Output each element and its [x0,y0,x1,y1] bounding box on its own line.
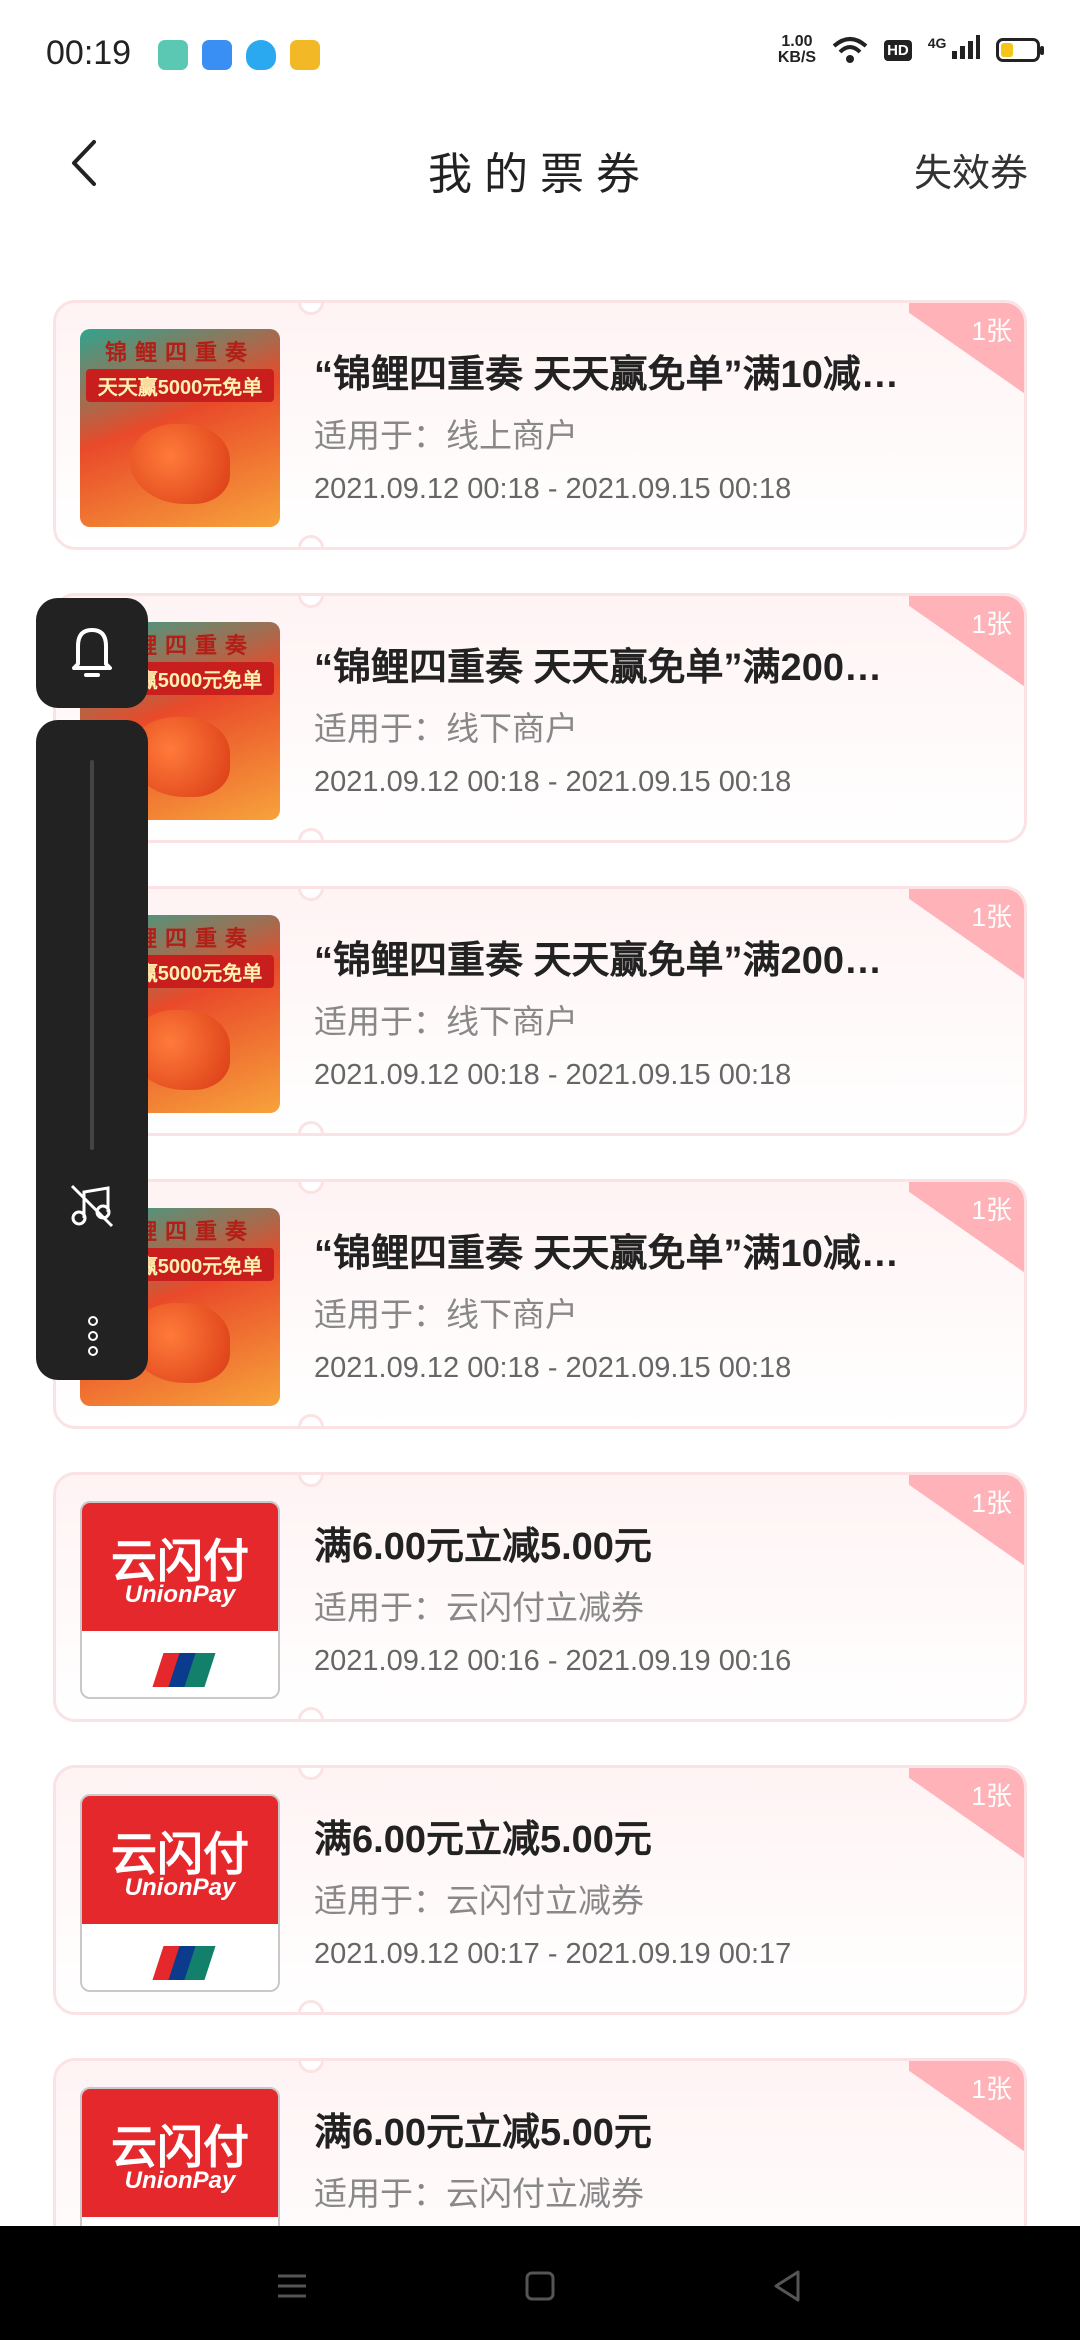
koi-fish-icon [130,424,230,504]
koi-promo-image: 锦鲤四重奏 天天赢5000元免单 [80,329,280,527]
coupon-scope: 适用于：云闪付立减券 [314,1589,644,1626]
card-notch [298,303,324,315]
back-nav-icon[interactable] [768,2266,808,2306]
unionpay-brand-en: UnionPay [124,1874,236,1901]
floating-notification-button[interactable] [36,598,148,708]
battery-icon [996,38,1044,62]
coupon-card[interactable]: 锦鲤四重奏 天天赢5000元免单 “锦鲤四重奏 天天赢免单”满10减… 适用于：… [53,1179,1027,1429]
card-notch [298,1414,324,1426]
coupon-validity: 2021.09.12 00:18 - 2021.09.15 00:18 [314,766,792,798]
status-bar: 00:19 1.00 KB/S HD 4G [0,0,1080,110]
card-notch [298,1121,324,1133]
card-notch [298,2000,324,2012]
network-type: 4G [927,35,947,51]
music-off-icon[interactable] [68,1182,116,1230]
count-badge: 1张 [909,1475,1024,1575]
coupon-title: 满6.00元立减5.00元 [314,1819,652,1861]
coupon-scope: 适用于：线下商户 [314,1003,578,1040]
count-badge: 1张 [909,596,1024,696]
coupon-card[interactable]: 云闪付 UnionPay 满6.00元立减5.00元 适用于：云闪付立减券 20… [53,1765,1027,2015]
count-badge: 1张 [909,1182,1024,1282]
qq-icon [246,40,276,70]
count-badge: 1张 [909,2061,1024,2161]
network-speed-unit: KB/S [777,49,817,66]
coupon-title: 满6.00元立减5.00元 [314,2112,652,2154]
menu-icon[interactable] [272,2266,312,2306]
card-notch [298,828,324,840]
count-badge-label: 1张 [971,1195,1012,1225]
coupon-scope: 适用于：云闪付立减券 [314,2175,644,2212]
card-notch [298,1182,324,1194]
card-notch [298,889,324,901]
system-navigation-bar [0,2226,1080,2340]
card-notch [298,535,324,547]
unionpay-image: 云闪付 UnionPay [80,1794,280,1992]
count-badge-label: 1张 [971,902,1012,932]
card-notch [298,1707,324,1719]
notification-icons [158,40,320,70]
coupon-card[interactable]: 锦鲤四重奏 天天赢5000元免单 “锦鲤四重奏 天天赢免单”满200… 适用于：… [53,593,1027,843]
page-header: 我的票券 失效券 [0,110,1080,220]
network-speed-value: 1.00 [781,33,813,50]
promo-image-line1: 锦鲤四重奏 [104,340,255,365]
coupon-validity: 2021.09.12 00:18 - 2021.09.15 00:18 [314,1352,792,1384]
more-options-icon[interactable] [86,1316,100,1356]
unionpay-logo-icon [152,1653,216,1687]
network-speed: 1.00 KB/S [778,34,816,66]
home-icon[interactable] [520,2266,560,2306]
coupon-card[interactable]: 云闪付 UnionPay 满6.00元立减5.00元 适用于：云闪付立减券 20… [53,1472,1027,1722]
card-notch [298,2061,324,2073]
coupon-scope: 适用于：线上商户 [314,417,578,454]
coupon-title: 满6.00元立减5.00元 [314,1526,652,1568]
card-notch [298,596,324,608]
coupon-validity: 2021.09.12 00:18 - 2021.09.15 00:18 [314,1059,792,1091]
card-notch [298,1475,324,1487]
wechat-work-icon [158,40,188,70]
coupon-title: “锦鲤四重奏 天天赢免单”满10减… [314,1233,899,1275]
coupon-title: “锦鲤四重奏 天天赢免单”满200… [314,647,882,689]
floating-control-panel [36,720,148,1380]
cellular-signal-icon: 4G [928,35,980,65]
unionpay-image: 云闪付 UnionPay [80,1501,280,1699]
coupon-validity: 2021.09.12 00:17 - 2021.09.19 00:17 [314,1938,792,1970]
tools-icon [290,40,320,70]
coupon-card[interactable]: 锦鲤四重奏 天天赢5000元免单 “锦鲤四重奏 天天赢免单”满10减… 适用于：… [53,300,1027,550]
coupon-validity: 2021.09.12 00:16 - 2021.09.19 00:16 [314,1645,792,1677]
wifi-icon [832,37,868,63]
status-time: 00:19 [46,34,132,72]
hd-badge: HD [884,39,912,61]
card-notch [298,1768,324,1780]
count-badge: 1张 [909,303,1024,403]
coupon-validity: 2021.09.12 00:18 - 2021.09.15 00:18 [314,473,792,505]
count-badge-label: 1张 [971,2074,1012,2104]
coupon-card[interactable]: 锦鲤四重奏 天天赢5000元免单 “锦鲤四重奏 天天赢免单”满200… 适用于：… [53,886,1027,1136]
count-badge-label: 1张 [971,316,1012,346]
count-badge: 1张 [909,889,1024,989]
count-badge-label: 1张 [971,1488,1012,1518]
unionpay-brand-en: UnionPay [124,1581,236,1608]
expired-coupons-link[interactable]: 失效券 [914,142,1028,197]
coupon-title: “锦鲤四重奏 天天赢免单”满200… [314,940,882,982]
count-badge: 1张 [909,1768,1024,1868]
coupon-scope: 适用于：线下商户 [314,710,578,747]
bell-icon [72,628,112,677]
count-badge-label: 1张 [971,609,1012,639]
coupon-scope: 适用于：线下商户 [314,1296,578,1333]
coupon-scope: 适用于：云闪付立减券 [314,1882,644,1919]
coupon-title: “锦鲤四重奏 天天赢免单”满10减… [314,354,899,396]
volume-slider[interactable] [90,760,94,1150]
count-badge-label: 1张 [971,1781,1012,1811]
message-icon [202,40,232,70]
promo-image-line2: 天天赢5000元免单 [86,369,274,402]
unionpay-brand-en: UnionPay [124,2167,236,2194]
unionpay-logo-icon [152,1946,216,1980]
status-right: 1.00 KB/S HD 4G [778,34,1044,66]
